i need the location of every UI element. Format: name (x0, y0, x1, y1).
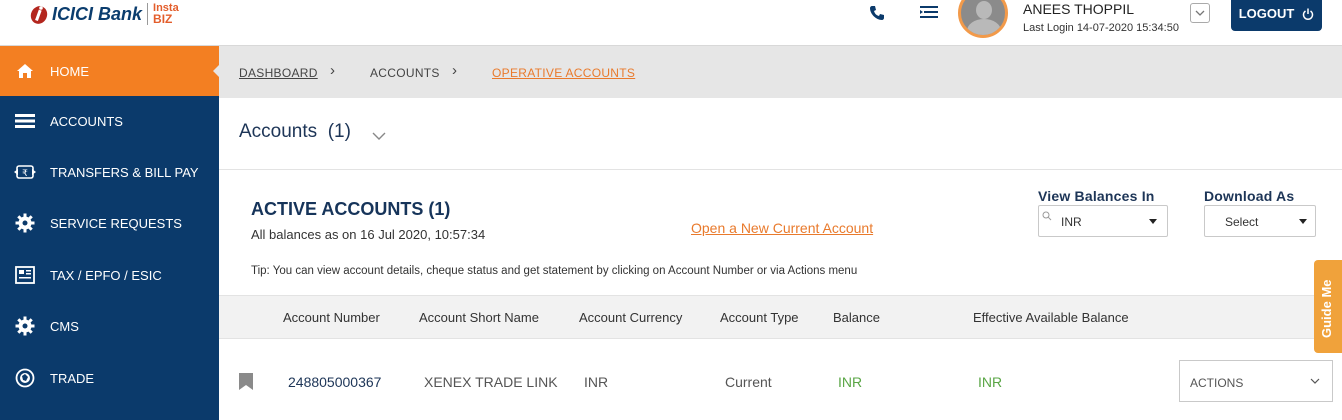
svg-text:₹: ₹ (22, 169, 28, 179)
open-new-account-link[interactable]: Open a New Current Account (691, 220, 873, 236)
logout-button[interactable]: LOGOUT (1231, 0, 1322, 31)
account-short-name: XENEX TRADE LINK (424, 374, 558, 390)
breadcrumb-operative-accounts[interactable]: OPERATIVE ACCOUNTS (492, 66, 635, 80)
sidebar-item-label: TRANSFERS & BILL PAY (50, 164, 199, 180)
breadcrumb-dashboard[interactable]: DASHBOARD (239, 66, 318, 80)
sidebar-item-label: ACCOUNTS (50, 113, 123, 129)
icici-logo-icon (28, 3, 50, 25)
account-number-link[interactable]: 248805000367 (288, 374, 381, 390)
phone-icon[interactable] (868, 4, 890, 22)
col-account-type[interactable]: Account Type (720, 310, 799, 325)
col-account-short-name[interactable]: Account Short Name (419, 310, 539, 325)
page-title-count: (1) (327, 121, 351, 142)
stack-icon (14, 110, 36, 132)
gear-icon (14, 212, 36, 234)
sidebar-item-label: TRADE (50, 370, 95, 386)
insta-biz-mark: Insta BIZ (153, 3, 179, 26)
avatar-body (967, 19, 1001, 35)
caret-down-icon (1299, 219, 1307, 224)
chevron-down-icon[interactable] (372, 127, 386, 145)
caret-down-icon (1149, 219, 1157, 224)
breadcrumb-accounts[interactable]: ACCOUNTS (370, 66, 440, 80)
divider (219, 169, 1342, 170)
user-menu-dropdown[interactable] (1190, 3, 1210, 23)
view-balances-value: INR (1061, 215, 1082, 229)
page-title: Accounts (1) (239, 121, 351, 143)
power-icon (1303, 8, 1314, 20)
actions-dropdown[interactable]: ACTIONS (1179, 360, 1333, 402)
balance-value: INR (838, 374, 863, 390)
sidebar-item-label: CMS (50, 318, 79, 334)
icici-logo[interactable]: ICICI Bank Insta BIZ (28, 0, 179, 28)
rupee-transfer-icon: ₹ (14, 161, 36, 183)
col-account-currency[interactable]: Account Currency (579, 310, 682, 325)
logo-divider (147, 3, 149, 25)
sidebar: HOME ACCOUNTS ₹ TRANSFERS & BILL PAY SER… (0, 46, 219, 420)
sidebar-item-transfers[interactable]: ₹ TRANSFERS & BILL PAY (0, 147, 219, 197)
search-icon (1042, 210, 1052, 224)
gear-icon (14, 315, 36, 337)
user-name: ANEES THOPPIL (1023, 1, 1135, 17)
actions-label: ACTIONS (1190, 376, 1244, 390)
download-as-value: Select (1225, 215, 1259, 229)
chevron-down-icon (1310, 378, 1320, 384)
sidebar-item-home[interactable]: HOME (0, 46, 219, 96)
chevron-down-icon (1195, 10, 1205, 16)
sidebar-item-service-requests[interactable]: SERVICE REQUESTS (0, 198, 219, 248)
list-menu-icon[interactable] (920, 4, 942, 22)
guide-me-label: Guide Me (1319, 279, 1334, 338)
view-balances-label: View Balances In (1038, 188, 1155, 204)
top-header: ICICI Bank Insta BIZ ANEES THOPPIL Last … (0, 0, 1342, 46)
breadcrumb: DASHBOARD › ACCOUNTS › OPERATIVE ACCOUNT… (219, 46, 1342, 98)
page-title-text: Accounts (239, 121, 318, 142)
table-header: Account Number Account Short Name Accoun… (219, 295, 1319, 339)
col-effective-available-balance[interactable]: Effective Available Balance (973, 310, 1129, 325)
sidebar-item-accounts[interactable]: ACCOUNTS (0, 96, 219, 146)
receipt-icon (14, 264, 36, 286)
home-icon (14, 60, 36, 82)
avatar-head (976, 1, 992, 19)
balances-timestamp: All balances as on 16 Jul 2020, 10:57:34 (251, 227, 486, 242)
col-account-number[interactable]: Account Number (283, 310, 380, 325)
sidebar-item-label: TAX / EPFO / ESIC (50, 267, 162, 283)
view-balances-select[interactable]: INR (1038, 205, 1168, 237)
logout-label: LOGOUT (1238, 6, 1295, 21)
globe-icon (14, 367, 36, 389)
brand-sub-line2: BIZ (153, 12, 173, 26)
last-login: Last Login 14-07-2020 15:34:50 (1023, 22, 1179, 34)
sidebar-item-trade[interactable]: TRADE (0, 353, 219, 403)
breadcrumb-chevron-icon: › (452, 62, 457, 79)
sidebar-item-label: SERVICE REQUESTS (50, 215, 182, 231)
account-type: Current (725, 374, 772, 390)
download-as-select[interactable]: Select (1204, 205, 1316, 237)
effective-balance-value: INR (978, 374, 1003, 390)
section-title: ACTIVE ACCOUNTS (1) (251, 199, 451, 219)
download-as-label: Download As (1204, 188, 1295, 204)
sidebar-item-cms[interactable]: CMS (0, 301, 219, 351)
tip-text: Tip: You can view account details, chequ… (251, 265, 858, 277)
brand-name: ICICI Bank (52, 3, 143, 24)
bookmark-icon[interactable] (239, 373, 253, 395)
sidebar-item-tax[interactable]: TAX / EPFO / ESIC (0, 250, 219, 300)
breadcrumb-chevron-icon: › (330, 62, 335, 79)
guide-me-tab[interactable]: Guide Me (1314, 260, 1342, 353)
account-currency: INR (584, 374, 609, 390)
avatar[interactable] (958, 0, 1008, 38)
col-balance[interactable]: Balance (833, 310, 880, 325)
sidebar-item-label: HOME (50, 63, 89, 79)
